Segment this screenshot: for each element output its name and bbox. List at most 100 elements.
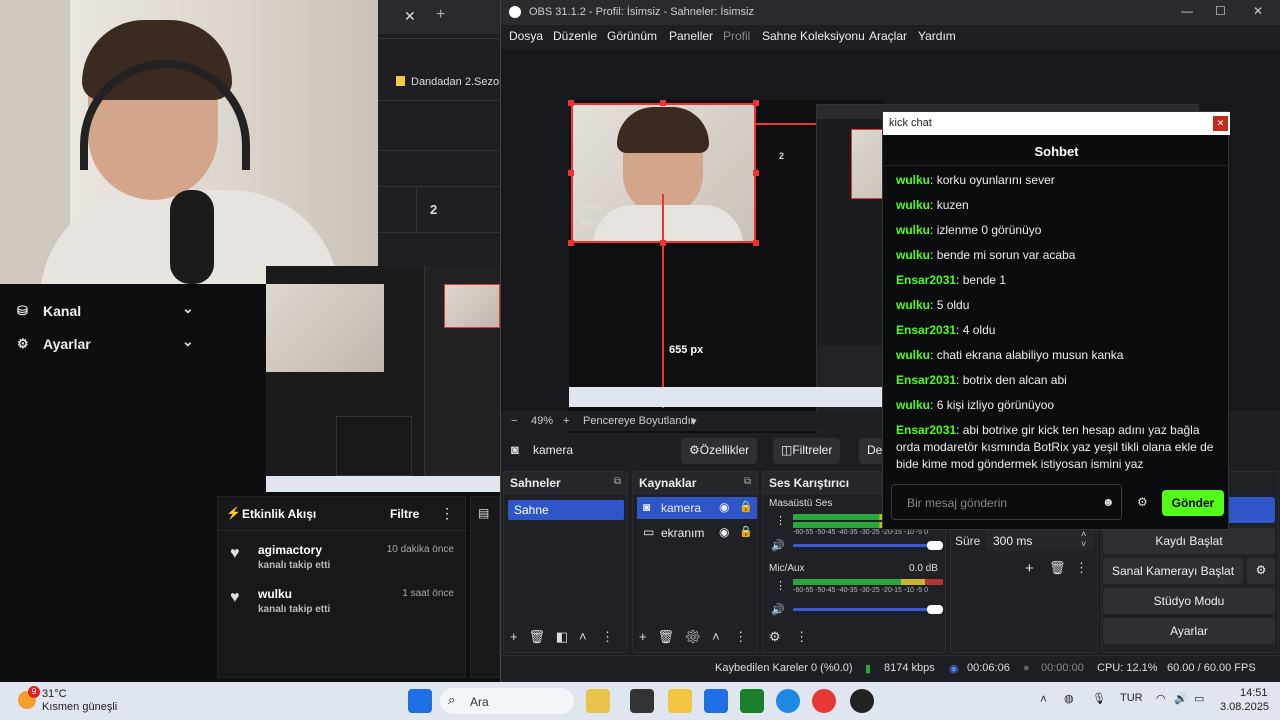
source-item-ekranim[interactable]: ▭ ekranım ◉ 🔒 [637, 522, 757, 544]
duration-input[interactable]: 300 ms ˄ ˅ [985, 529, 1095, 551]
more-icon[interactable]: ⋮ [734, 629, 747, 644]
up-icon[interactable]: ˄ [579, 629, 587, 644]
chevron-down-icon[interactable]: ˅ [1081, 539, 1086, 549]
maximize-icon[interactable]: ☐ [1215, 4, 1226, 18]
battery-icon[interactable]: ▭ [1194, 692, 1204, 705]
more-icon[interactable]: ⋮ [795, 629, 808, 644]
zoom-out-icon[interactable]: − [511, 415, 517, 427]
eye-icon[interactable]: ◉ [719, 525, 729, 539]
start-recording-button[interactable]: Kaydı Başlat [1103, 528, 1275, 554]
zoom-in-icon[interactable]: + [563, 415, 569, 427]
add-icon[interactable]: + [639, 629, 647, 644]
send-button[interactable]: Gönder [1162, 490, 1224, 516]
chat-username[interactable]: wulku [896, 398, 930, 412]
undock-icon[interactable]: ⧉ [744, 476, 751, 487]
chat-username[interactable]: Ensar2031 [896, 273, 956, 287]
lock-icon[interactable]: 🔒 [739, 500, 753, 513]
slider-knob[interactable] [927, 605, 943, 614]
close-icon[interactable]: ✕ [1213, 116, 1228, 131]
volume-slider[interactable] [793, 544, 933, 547]
chat-username[interactable]: wulku [896, 248, 930, 262]
scene-item[interactable]: Sahne [508, 500, 624, 520]
add-icon[interactable]: + [1025, 560, 1034, 577]
chat-username[interactable]: Ensar2031 [896, 373, 956, 387]
studio-mode-button[interactable]: Stüdyo Modu [1103, 588, 1275, 614]
chat-input[interactable]: Bir mesaj gönderin ☻ [891, 484, 1122, 520]
chevron-up-icon[interactable]: ˄ [1081, 529, 1086, 539]
close-tab-icon[interactable]: ✕ [404, 8, 416, 25]
advanced-audio-icon[interactable]: ⚙ [769, 629, 781, 644]
menu-dosya[interactable]: Dosya [509, 29, 543, 43]
chat-username[interactable]: wulku [896, 348, 930, 362]
menu-araclar[interactable]: Araçlar [869, 29, 907, 43]
settings-button[interactable]: Ayarlar [1103, 618, 1275, 644]
chrome-icon[interactable] [812, 689, 836, 713]
emoji-icon[interactable]: ☻ [1102, 495, 1115, 509]
wifi-icon[interactable]: ◠ [1156, 692, 1166, 705]
nav-kanal[interactable]: ⛁ Kanal ⌄ [0, 296, 214, 328]
gear-icon[interactable]: ⚙ [1137, 495, 1148, 509]
filters-button[interactable]: ◫Filtreler [773, 438, 841, 464]
microphone-icon[interactable]: 🎙 [1092, 692, 1106, 705]
start-virtualcam-button[interactable]: Sanal Kamerayı Başlat [1103, 558, 1243, 584]
gear-icon[interactable]: ⚙ [1247, 558, 1275, 584]
trash-icon[interactable]: 🗑 [657, 629, 674, 644]
add-icon[interactable]: + [510, 629, 518, 644]
volume-icon[interactable]: 🔊 [1174, 692, 1188, 705]
bookmark-dandadan[interactable]: Dandadan 2.Sezon... [396, 76, 514, 88]
menu-yardim[interactable]: Yardım [918, 29, 956, 43]
menu-sahne-koleksiyonu[interactable]: Sahne Koleksiyonu [762, 29, 865, 43]
new-tab-icon[interactable]: + [436, 6, 445, 24]
nav-ayarlar[interactable]: ⚙ Ayarlar ⌄ [0, 329, 214, 361]
network-app-icon[interactable]: ◍ [1064, 692, 1074, 705]
search-box[interactable]: ⌕ Ara [440, 688, 574, 714]
menu-profil[interactable]: Profil [723, 29, 750, 43]
properties-button[interactable]: ⚙Özellikler [681, 438, 758, 464]
eye-icon[interactable]: ◉ [719, 500, 729, 514]
chat-username[interactable]: wulku [896, 173, 930, 187]
undock-icon[interactable]: ⧉ [614, 476, 621, 487]
xbox-icon[interactable] [740, 689, 764, 713]
menu-paneller[interactable]: Paneller [669, 29, 713, 43]
more-icon[interactable]: ⋮ [775, 514, 786, 527]
speaker-icon[interactable]: 🔊 [771, 539, 785, 552]
chat-username[interactable]: wulku [896, 223, 930, 237]
clock-time[interactable]: 14:51 [1240, 687, 1268, 699]
filter-icon[interactable]: ◧ [556, 629, 568, 644]
gear-icon[interactable]: ⚙ [685, 629, 702, 644]
trash-icon[interactable]: 🗑 [528, 629, 545, 644]
chat-username[interactable]: Ensar2031 [896, 323, 956, 337]
speaker-icon[interactable]: 🔊 [771, 603, 785, 616]
up-icon[interactable]: ˄ [712, 629, 720, 644]
file-explorer-icon[interactable] [668, 689, 692, 713]
more-icon[interactable]: ⋮ [1075, 560, 1088, 576]
close-icon[interactable]: ✕ [1253, 4, 1263, 18]
chevron-up-icon[interactable]: ˄ [1040, 692, 1047, 706]
taskview-icon[interactable] [630, 689, 654, 713]
edge-icon[interactable] [776, 689, 800, 713]
menu-gorunum[interactable]: Görünüm [607, 29, 657, 43]
chevron-down-icon[interactable]: ▾ [691, 415, 697, 428]
minimize-icon[interactable]: — [1181, 4, 1193, 18]
chat-username[interactable]: wulku [896, 298, 930, 312]
volume-slider[interactable] [793, 608, 933, 611]
more-options-icon[interactable]: ⋮ [440, 505, 454, 522]
menu-duzenle[interactable]: Düzenle [553, 29, 597, 43]
filter-button[interactable]: Filtre [390, 507, 419, 521]
deinterlace-button[interactable]: De [859, 438, 883, 464]
trash-icon[interactable]: 🗑 [1049, 560, 1066, 576]
store-icon[interactable] [704, 689, 728, 713]
start-icon[interactable] [408, 689, 432, 713]
more-icon[interactable]: ⋮ [601, 629, 614, 644]
slider-knob[interactable] [927, 541, 943, 550]
fit-dropdown[interactable]: Pencereye Boyutlandır [583, 415, 694, 427]
chat-username[interactable]: Ensar2031 [896, 423, 956, 437]
language-indicator[interactable]: TUR [1120, 692, 1143, 704]
source-item-kamera[interactable]: ◙ kamera ◉ 🔒 [637, 497, 757, 519]
chat-username[interactable]: wulku [896, 198, 930, 212]
clock-date[interactable]: 3.08.2025 [1220, 701, 1269, 713]
widgets-icon[interactable] [586, 689, 610, 713]
obs-icon[interactable] [850, 689, 874, 713]
lock-icon[interactable]: 🔒 [739, 525, 753, 538]
more-icon[interactable]: ⋮ [775, 579, 786, 592]
